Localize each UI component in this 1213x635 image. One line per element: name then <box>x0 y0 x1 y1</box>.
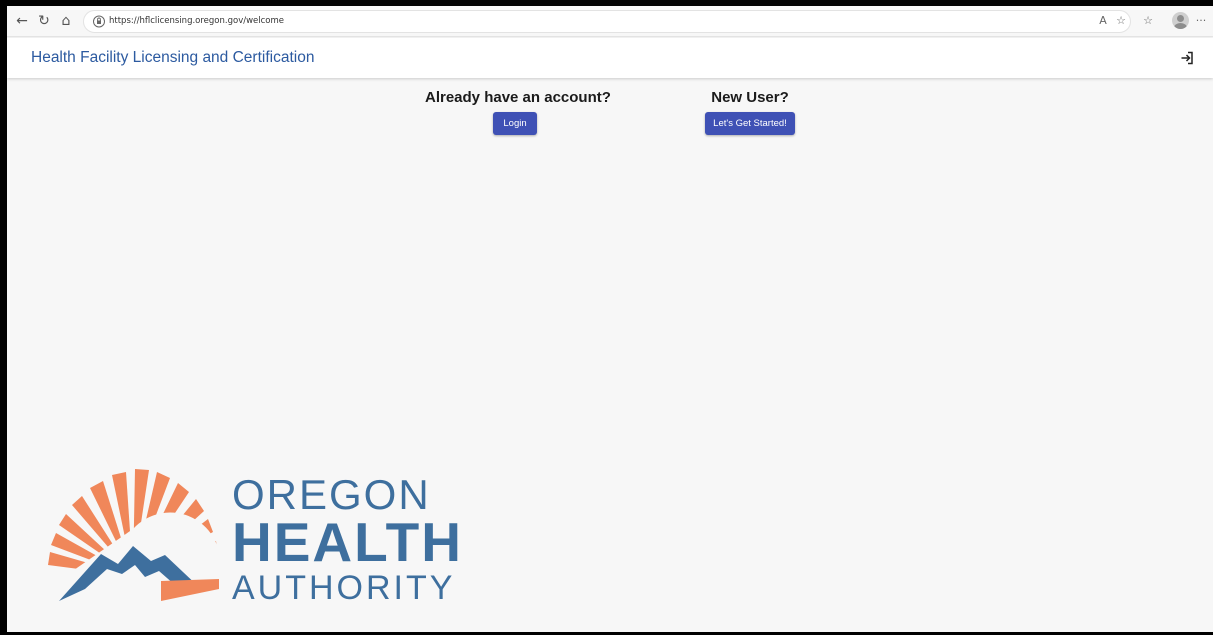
url-text[interactable]: https://hflclicensing.oregon.gov/welcome <box>109 11 284 32</box>
refresh-icon[interactable]: ↻ <box>35 12 53 30</box>
read-aloud-icon[interactable]: A <box>1095 13 1111 29</box>
get-started-button[interactable]: Let's Get Started! <box>705 112 795 135</box>
browser-window: ← ↻ ⌂ https://hflclicensing.oregon.gov/w… <box>7 6 1213 632</box>
sign-in-icon[interactable] <box>1179 50 1195 66</box>
new-user-section: New User? Let's Get Started! <box>690 89 810 135</box>
back-arrow-icon[interactable]: ← <box>13 12 31 30</box>
login-button[interactable]: Login <box>493 112 537 135</box>
app-header: Health Facility Licensing and Certificat… <box>7 38 1213 78</box>
logo-health-text: HEALTH <box>232 511 463 573</box>
logo-oregon-text: OREGON <box>232 471 431 518</box>
more-menu-icon[interactable]: ··· <box>1193 13 1209 29</box>
existing-user-section: Already have an account? Login <box>425 89 611 135</box>
address-bar[interactable]: https://hflclicensing.oregon.gov/welcome <box>83 10 1131 33</box>
browser-toolbar: ← ↻ ⌂ https://hflclicensing.oregon.gov/w… <box>7 6 1213 37</box>
page-title[interactable]: Health Facility Licensing and Certificat… <box>31 49 314 67</box>
favorites-list-icon[interactable]: ☆ <box>1140 13 1156 29</box>
home-icon[interactable]: ⌂ <box>57 12 75 30</box>
favorite-star-icon[interactable]: ☆ <box>1113 13 1129 29</box>
lock-icon[interactable] <box>93 15 105 28</box>
existing-user-heading: Already have an account? <box>425 89 611 106</box>
new-user-heading: New User? <box>711 89 789 106</box>
profile-avatar[interactable] <box>1172 12 1189 29</box>
logo-authority-text: AUTHORITY <box>232 569 456 607</box>
oha-sun-mountain-logo-icon <box>48 469 221 601</box>
